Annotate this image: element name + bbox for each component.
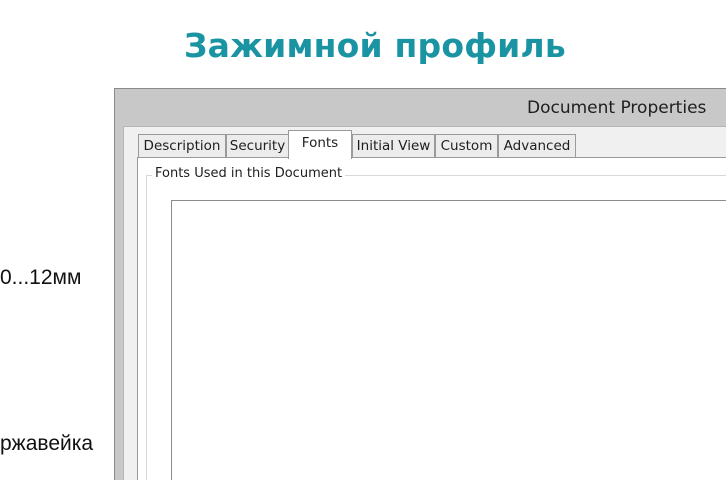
- tab-custom[interactable]: Custom: [435, 134, 498, 157]
- dialog-title: Document Properties: [527, 98, 707, 118]
- slide-heading: Зажимной профиль: [184, 26, 566, 65]
- fonts-tab-panel: Fonts Used in this Document: [137, 157, 726, 480]
- fonts-group-label: Fonts Used in this Document: [152, 166, 346, 181]
- fonts-group-box: Fonts Used in this Document: [146, 166, 726, 480]
- slide-text-material: ржавейка: [0, 432, 94, 455]
- dialog-body: Description Security Fonts Initial View …: [123, 126, 726, 480]
- slide-text-size: 0...12мм: [0, 266, 82, 289]
- tab-fonts[interactable]: Fonts: [288, 130, 352, 159]
- tab-initial-view[interactable]: Initial View: [352, 134, 435, 157]
- tab-description[interactable]: Description: [138, 134, 226, 157]
- tab-security[interactable]: Security: [226, 134, 289, 157]
- fonts-list[interactable]: [171, 200, 726, 480]
- document-properties-dialog: Document Properties Description Security…: [114, 88, 726, 480]
- tab-advanced[interactable]: Advanced: [498, 134, 576, 157]
